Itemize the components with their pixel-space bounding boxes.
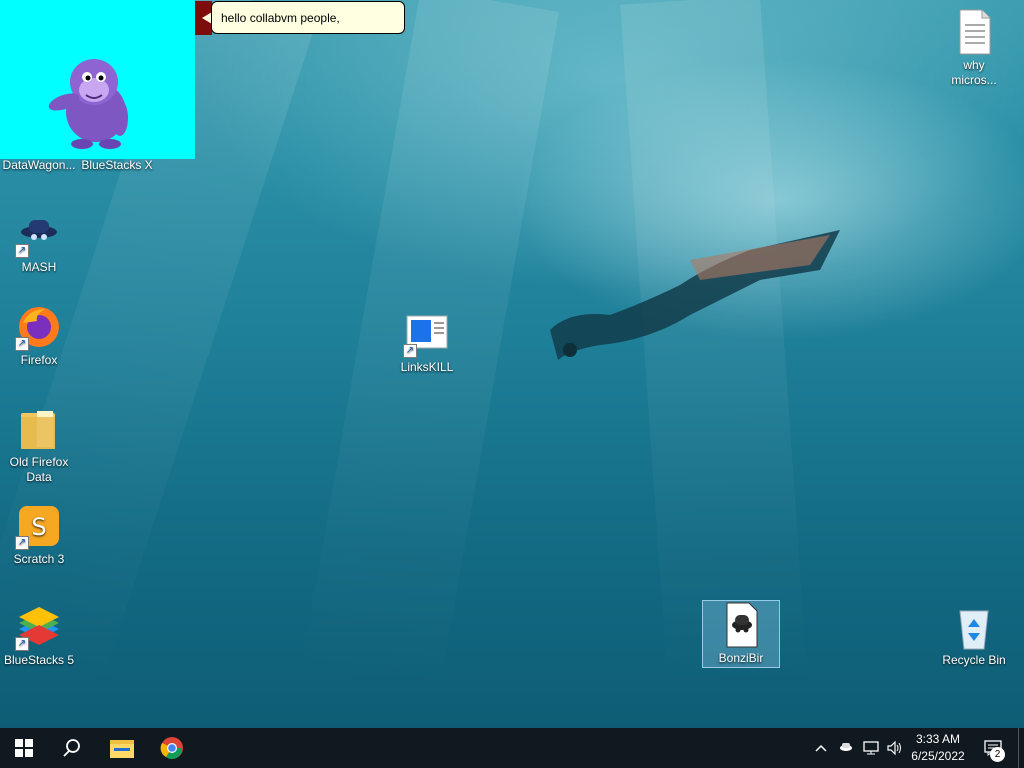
desktop-icon-label: BlueStacks 5 [3,653,75,667]
folder-icon [15,405,63,453]
shortcut-arrow-icon: ↗ [15,244,29,258]
taskbar-file-explorer[interactable] [98,728,146,768]
shortcut-arrow-icon: ↗ [15,337,29,351]
desktop-icon-label: MASH [21,260,57,274]
desktop-icon-scratch-3[interactable]: S ↗ Scratch 3 [0,502,78,567]
network-icon [863,741,879,755]
show-desktop-button[interactable] [1018,728,1024,768]
bonzi-tray-icon [840,743,852,751]
mash-hat-icon: ↗ [15,210,63,258]
desktop-icon-linkskill[interactable]: ↗ LinksKILL [388,310,466,375]
desktop-icon-label: BonziBir [718,651,764,665]
shortcut-arrow-icon: ↗ [403,344,417,358]
desktop-icon-old-firefox-data[interactable]: Old Firefox Data [0,405,78,485]
desktop-icon-bluestacks-x[interactable]: BlueStacks X [78,158,156,173]
clock-time[interactable]: 3:33 AM [906,732,970,746]
taskbar-chrome[interactable] [148,728,196,768]
desktop-icon-label: Recycle Bin [942,653,1006,667]
shortcut-arrow-icon: ↗ [15,536,29,550]
file-explorer-icon [110,740,134,758]
volume-icon [887,741,901,755]
chrome-icon [160,737,183,760]
chevron-up-icon [815,744,827,752]
svg-text:S: S [31,513,46,541]
notification-count-badge: 2 [990,747,1005,762]
desktop-icon-datawagon[interactable]: DataWagon... [0,158,78,173]
desktop-icon-bonzibir[interactable]: BonziBir [702,600,780,668]
desktop-icon-why-micros[interactable]: why micros... [935,8,1013,88]
desktop-icon-bluestacks-5[interactable]: ↗ BlueStacks 5 [0,603,78,668]
tray-network[interactable] [858,728,884,768]
clock-date[interactable]: 6/25/2022 [906,749,970,763]
desktop-icon-label: Old Firefox Data [9,455,69,484]
scratch-icon: S ↗ [15,502,63,550]
diver-silhouette [550,230,840,360]
desktop-icon-label: why micros... [951,58,997,87]
desktop-icon-label: Scratch 3 [13,552,65,566]
desktop-icon-label: BlueStacks X [81,158,153,172]
firefox-icon: ↗ [15,303,63,351]
bluestacks-icon: ↗ [15,603,63,651]
search-icon [63,739,80,757]
bonzi-file-icon [717,601,765,649]
search-button[interactable] [48,728,96,768]
text-document-icon [950,8,998,56]
desktop-icon-firefox[interactable]: ↗ Firefox [0,303,78,368]
tray-bonzi[interactable] [832,728,860,768]
bonzi-agent-window[interactable] [0,0,195,159]
tray-volume[interactable] [882,728,908,768]
shortcut-arrow-icon: ↗ [15,637,29,651]
desktop-icon-mash[interactable]: ↗ MASH [0,210,78,275]
speech-bubble-tail [195,1,212,35]
recycle-bin-icon [950,603,998,651]
start-button[interactable] [0,728,48,768]
desktop-icon-label: LinksKILL [400,360,454,374]
speech-bubble: hello collabvm people, [211,1,405,34]
desktop-icon-label: Firefox [20,353,58,367]
gorilla-agent-icon[interactable] [0,0,195,159]
desktop-icon-recycle-bin[interactable]: Recycle Bin [935,603,1013,668]
taskbar: 3:33 AM 6/25/2022 [0,728,1024,768]
windows-logo-icon [15,739,33,757]
desktop-icon-label: DataWagon... [2,158,76,172]
window-app-icon: ↗ [403,310,451,358]
